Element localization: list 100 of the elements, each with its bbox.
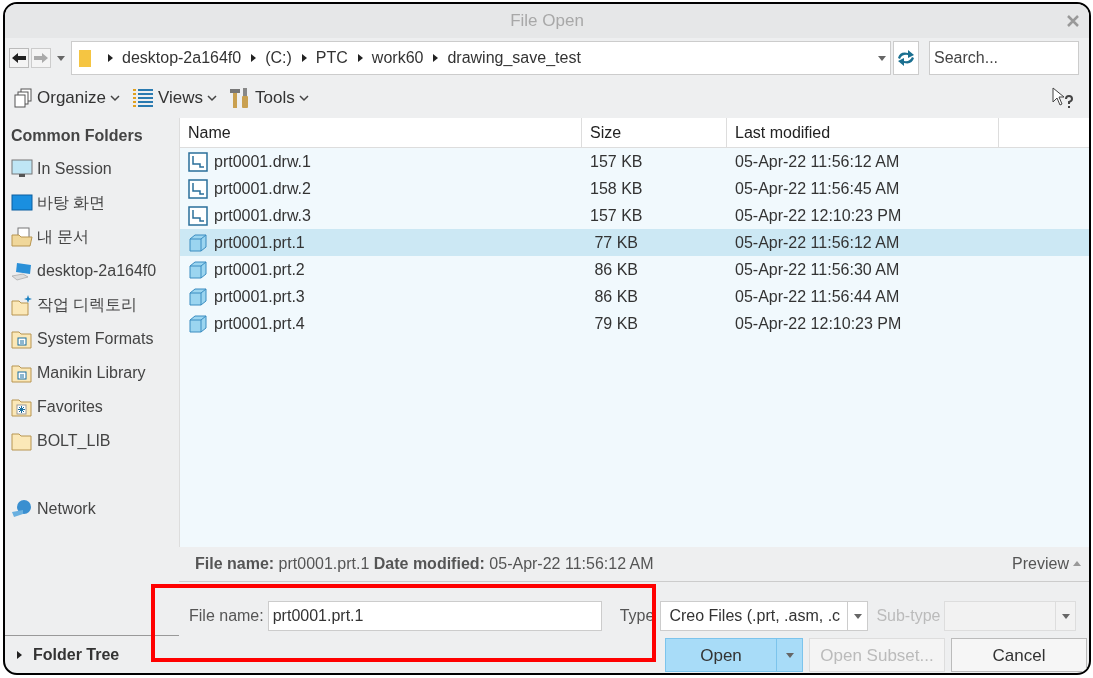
sidebar-item[interactable]: Manikin Library (5, 356, 179, 390)
open-menu-button[interactable] (777, 638, 803, 673)
arrow-left-icon (12, 53, 26, 63)
caret-icon (15, 650, 23, 659)
folder-icon (11, 363, 33, 383)
toolbar-button[interactable]: Views (132, 85, 218, 111)
file-size: 77 KB (593, 232, 640, 253)
caret-icon (785, 651, 794, 660)
file-row[interactable]: prt0001.prt.2 86 KB 05-Apr-22 11:56:30 AM (180, 256, 1089, 283)
caret-icon (853, 611, 862, 620)
caret-icon (1061, 611, 1070, 620)
preview-toggle[interactable]: Preview (1012, 552, 1081, 577)
file-info: File name: prt0001.prt.1 Date modified: 05-Apr-22 11:56:12 AM (195, 554, 654, 575)
cube-icon (188, 232, 208, 253)
file-row[interactable]: prt0001.prt.1 77 KB 05-Apr-22 11:56:12 AM (180, 229, 1089, 256)
refresh-icon (896, 49, 916, 67)
file-row[interactable]: prt0001.prt.3 86 KB 05-Apr-22 11:56:44 AM (180, 283, 1089, 310)
file-size: 157 KB (589, 205, 644, 226)
folder-tree-toggle[interactable]: Folder Tree (33, 642, 120, 667)
screen-icon (11, 194, 33, 212)
file-size: 157 KB (589, 151, 644, 172)
chevron-icon (110, 94, 120, 102)
list-icon (132, 88, 154, 108)
caret-icon (1073, 560, 1081, 569)
file-date: 05-Apr-22 11:56:44 AM (734, 286, 901, 307)
toolbar-button[interactable]: Organize (13, 85, 120, 111)
refresh-button[interactable] (893, 41, 919, 75)
file-name: prt0001.prt.1 (214, 232, 305, 253)
sidebar-item[interactable]: In Session (5, 152, 179, 186)
drawing-file-icon (188, 178, 208, 199)
column-header[interactable]: Size (582, 118, 727, 147)
sidebar-item[interactable]: 내 문서 (5, 220, 179, 254)
breadcrumb-item[interactable]: desktop-2a164f0 (122, 46, 242, 70)
arrow-right-icon (34, 53, 48, 63)
cube-icon (188, 313, 208, 334)
sidebar-item[interactable]: BOLT_LIB (5, 424, 179, 458)
globe-icon (11, 499, 33, 519)
monitor-icon (11, 159, 33, 179)
sidebar-item[interactable]: Favorites (5, 390, 179, 424)
column-header[interactable]: Last modified (727, 118, 999, 147)
search-field[interactable]: Search... (929, 41, 1079, 75)
sidebar-item[interactable]: 바탕 화면 (5, 186, 179, 220)
breadcrumb-item[interactable]: work60 (371, 46, 424, 70)
breadcrumb-item[interactable]: drawing_save_test (447, 46, 581, 70)
file-name: prt0001.drw.3 (214, 205, 311, 226)
caret-icon (878, 54, 886, 62)
folder-icon (11, 329, 33, 349)
folder-document-icon (11, 227, 33, 247)
address-bar[interactable]: desktop-2a164f0 (C:) PTC work60 drawing_save_test (71, 41, 891, 75)
folder-icon (11, 431, 33, 451)
file-date: 05-Apr-22 11:56:12 AM (734, 151, 901, 172)
sidebar-item[interactable]: desktop-2a164f0 (5, 254, 179, 288)
file-date: 05-Apr-22 11:56:12 AM (734, 232, 901, 253)
caret-icon (106, 54, 114, 62)
sidebar-item[interactable]: System Formats (5, 322, 179, 356)
file-date: 05-Apr-22 11:56:30 AM (734, 259, 901, 280)
computer-icon (11, 261, 33, 281)
sidebar-item[interactable]: Network (5, 492, 179, 526)
cube-icon (188, 286, 208, 307)
file-date: 05-Apr-22 11:56:45 AM (734, 178, 901, 199)
file-name: prt0001.drw.2 (214, 178, 311, 199)
file-date: 05-Apr-22 12:10:23 PM (734, 313, 903, 334)
file-name: prt0001.prt.3 (214, 286, 305, 307)
help-cursor-icon[interactable] (1051, 86, 1075, 110)
file-row[interactable]: prt0001.drw.1 157 KB 05-Apr-22 11:56:12 AM (180, 148, 1089, 175)
file-name: prt0001.prt.4 (214, 313, 305, 334)
file-size: 158 KB (589, 178, 644, 199)
sidebar-heading: Common Folders (10, 126, 144, 146)
chevron-icon (207, 94, 218, 102)
column-header[interactable]: Name (180, 118, 582, 147)
breadcrumb-item[interactable]: PTC (315, 46, 348, 70)
breadcrumb-item[interactable]: (C:) (265, 46, 292, 70)
file-size: 86 KB (593, 286, 640, 307)
chevron-icon (298, 94, 309, 102)
open-button[interactable]: Open (665, 638, 777, 673)
cube-icon (188, 259, 208, 280)
file-name-label: File name: (189, 605, 264, 626)
file-date: 05-Apr-22 12:10:23 PM (734, 205, 903, 226)
file-row[interactable]: prt0001.prt.4 79 KB 05-Apr-22 12:10:23 PM (180, 310, 1089, 337)
toolbar-button[interactable]: Tools (229, 85, 309, 111)
file-row[interactable]: prt0001.drw.3 157 KB 05-Apr-22 12:10:23 PM (180, 202, 1089, 229)
caret-icon (249, 54, 258, 62)
caret-icon (355, 54, 364, 62)
file-size: 86 KB (593, 259, 640, 280)
folder-icon (11, 397, 33, 417)
caret-icon (57, 54, 65, 62)
pages-icon (13, 88, 33, 108)
file-name-field[interactable]: prt0001.prt.1 (267, 600, 602, 631)
file-name: prt0001.drw.1 (214, 151, 311, 172)
file-name: prt0001.prt.2 (214, 259, 305, 280)
drawing-file-icon (188, 151, 208, 172)
caret-icon (431, 54, 440, 62)
back-button[interactable] (9, 48, 29, 68)
file-size: 79 KB (593, 313, 640, 334)
drawing-file-icon (188, 205, 208, 226)
file-row[interactable]: prt0001.drw.2 158 KB 05-Apr-22 11:56:45 AM (180, 175, 1089, 202)
dialog-button[interactable]: Cancel (951, 638, 1087, 673)
type-dropdown[interactable]: Creo Files (.prt, .asm, .c (660, 600, 869, 631)
caret-icon (299, 54, 308, 62)
sidebar-item[interactable]: 작업 디렉토리 (5, 288, 179, 322)
